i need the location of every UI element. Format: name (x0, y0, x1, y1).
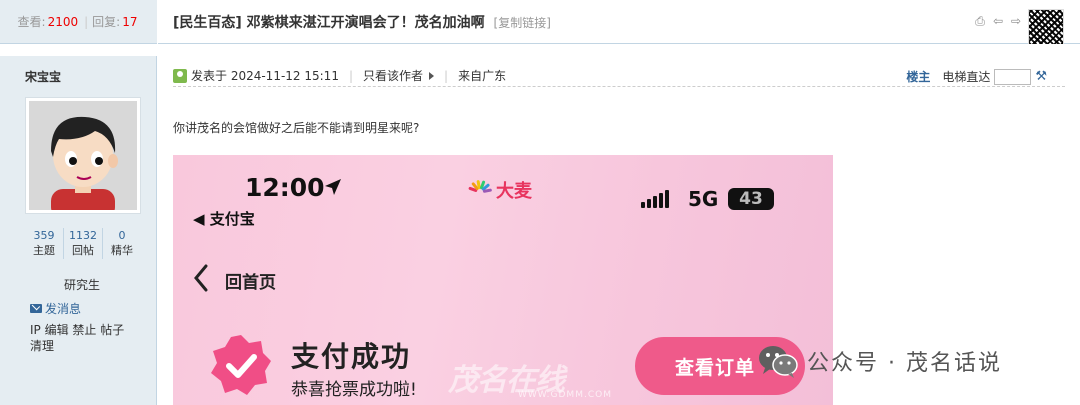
replies-count: 17 (122, 14, 138, 29)
only-author-link[interactable]: 只看该作者 (363, 67, 423, 84)
stat-posts-label: 回帖 (72, 244, 94, 257)
phone-time: 12:00 (245, 173, 325, 202)
wechat-account-name: 公众号 · 茂名话说 (807, 351, 1002, 376)
author-name[interactable]: 宋宝宝 (25, 68, 61, 85)
stat-digest-value: 0 (118, 229, 126, 242)
views-count: 2100 (47, 14, 79, 29)
avatar[interactable] (25, 97, 141, 214)
battery-icon: 43 (728, 188, 774, 210)
thread-title-bar: [民生百态] 邓紫棋来湛江开演唱会了！茂名加油啊 [复制链接] ⎙ ⇦ ⇨ (158, 0, 1080, 45)
right-gap (158, 44, 1080, 56)
battery-level: 43 (739, 189, 763, 209)
print-icon[interactable]: ⎙ (973, 15, 987, 28)
stat-topics-value: 359 (33, 229, 55, 242)
back-to-app: ◀ 支付宝 (193, 210, 255, 228)
damai-brand-text: 大麦 (496, 181, 532, 202)
meta-divider: | (444, 68, 449, 83)
payment-success-subtitle: 恭喜抢票成功啦! (291, 380, 417, 400)
prev-thread-icon[interactable]: ⇦ (991, 15, 1005, 28)
copy-link-button[interactable]: [复制链接] (494, 16, 551, 30)
post-origin: 来自广东 (458, 69, 507, 83)
online-status-icon (173, 68, 187, 83)
stat-topics-label: 主题 (33, 244, 55, 257)
thread-title-text: [民生百态] 邓紫棋来湛江开演唱会了！茂名加油啊 (173, 15, 485, 31)
user-rank: 研究生 (64, 278, 101, 292)
post-content: 你讲茂名的会馆做好之后能不能请到明星来呢? (173, 121, 420, 135)
triangle-right-icon (429, 71, 435, 80)
stat-posts-value: 1132 (69, 229, 97, 242)
stat-posts[interactable]: 1132 回帖 (64, 228, 103, 259)
back-home-label: 回首页 (225, 273, 276, 293)
thread-tools: ⎙ ⇦ ⇨ (973, 15, 1023, 28)
author-stats: 359 主题 1132 回帖 0 精华 (25, 228, 141, 259)
damai-logo: 大麦 (468, 177, 532, 203)
meta-divider: | (348, 68, 353, 83)
floor-controls: 楼主 电梯直达 ⚒ (906, 68, 1047, 85)
floor-label[interactable]: 楼主 (906, 68, 930, 85)
wechat-account-watermark: 公众号 · 茂名话说 (757, 343, 1002, 379)
floor-jump-input[interactable] (994, 68, 1032, 85)
stat-topics[interactable]: 359 主题 (25, 228, 64, 259)
network-type: 5G (688, 187, 719, 211)
payment-success-title: 支付成功 (291, 340, 412, 373)
success-check-icon (211, 335, 271, 395)
damai-burst-icon (468, 180, 492, 193)
chevron-left-icon (194, 264, 208, 292)
post-image[interactable]: 12:00 ◀ 支付宝 大麦 5G 43 回首页 支付成功 恭喜抢票成功啦! 茂… (173, 155, 833, 405)
stat-digest-label: 精华 (111, 244, 133, 257)
location-arrow-icon (325, 179, 341, 195)
next-thread-icon[interactable]: ⇨ (1009, 15, 1023, 28)
left-gap (0, 44, 157, 56)
signal-bars-icon (641, 190, 669, 208)
send-message-link[interactable]: 发消息 (30, 300, 81, 317)
stat-digest[interactable]: 0 精华 (103, 228, 141, 259)
send-message-label: 发消息 (45, 302, 82, 316)
post-meta: 发表于 2024-11-12 15:11 | 只看该作者 | 来自广东 楼主 电… (173, 65, 1065, 87)
wrench-icon[interactable]: ⚒ (1035, 69, 1047, 84)
replies-label: 回复: (92, 15, 121, 29)
thread-stats: 查看: 2100 | 回复: 17 (0, 0, 157, 44)
avatar-image (29, 101, 137, 210)
thread-title: [民生百态] 邓紫棋来湛江开演唱会了！茂名加油啊 [复制链接] (173, 12, 551, 32)
stats-divider: | (84, 14, 89, 29)
site-watermark-url: WWW.GDMM.COM (518, 390, 612, 400)
admin-links[interactable]: IP 编辑 禁止 帖子 清理 (30, 322, 140, 354)
wechat-icon (759, 346, 798, 378)
jump-label: 电梯直达 (942, 70, 991, 84)
cartoon-avatar-icon (29, 101, 137, 210)
mail-icon (30, 304, 42, 313)
qr-code-icon[interactable] (1028, 9, 1064, 45)
post-date: 发表于 2024-11-12 15:11 (191, 69, 339, 83)
views-label: 查看: (17, 15, 46, 29)
